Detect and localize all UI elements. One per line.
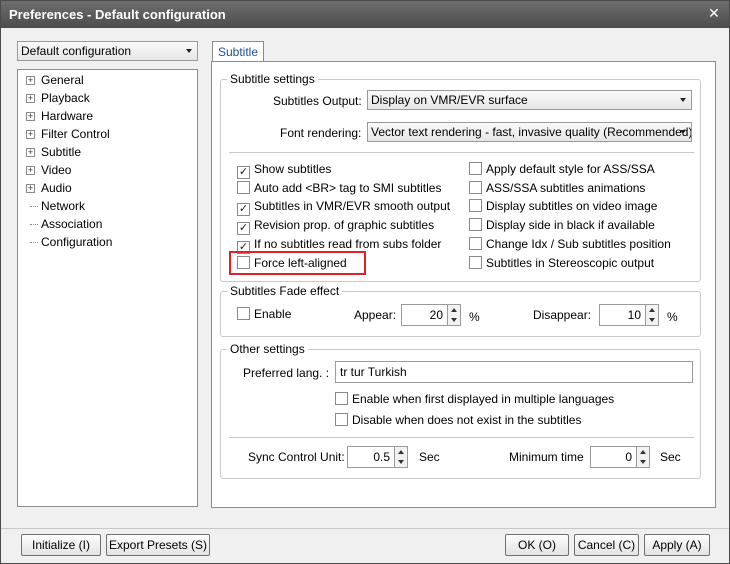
ass-animations-checkbox[interactable]: ASS/SSA subtitles animations — [469, 180, 645, 196]
expand-icon[interactable]: + — [26, 166, 35, 176]
sync-unit: Sec — [419, 450, 440, 464]
chevron-down-icon — [680, 98, 686, 102]
tree-item-association[interactable]: Association — [26, 215, 102, 233]
appear-label: Appear: — [354, 308, 397, 322]
chevron-down-icon[interactable] — [398, 460, 404, 464]
tree-item-configuration[interactable]: Configuration — [26, 233, 112, 251]
cancel-button[interactable]: Cancel (C) — [574, 534, 639, 556]
chevron-down-icon — [680, 130, 686, 134]
divider — [229, 437, 694, 438]
expand-icon[interactable]: + — [26, 76, 35, 86]
minimum-spin-buttons[interactable] — [636, 446, 650, 468]
subtitle-settings-legend: Subtitle settings — [227, 72, 318, 86]
preferred-lang-input[interactable]: tr tur Turkish — [335, 361, 693, 383]
preferred-lang-label: Preferred lang. : — [243, 366, 330, 380]
minimum-time-label: Minimum time — [509, 450, 584, 464]
tree-item-filter-control[interactable]: + Filter Control — [26, 125, 110, 143]
expand-icon[interactable]: + — [26, 112, 35, 122]
auto-br-checkbox[interactable]: Auto add <BR> tag to SMI subtitles — [237, 180, 441, 196]
expand-icon[interactable]: + — [26, 130, 35, 140]
tree-item-network[interactable]: Network — [26, 197, 85, 215]
tree-item-playback[interactable]: + Playback — [26, 89, 90, 107]
tree-item-video[interactable]: + Video — [26, 161, 71, 179]
disappear-spinner[interactable]: 10 — [599, 304, 660, 326]
ok-button[interactable]: OK (O) — [505, 534, 569, 556]
appear-input[interactable]: 20 — [401, 304, 448, 326]
subtitles-output-select[interactable]: Display on VMR/EVR surface — [367, 90, 692, 110]
expand-icon[interactable]: + — [26, 184, 35, 194]
sync-control-label: Sync Control Unit: — [248, 450, 345, 464]
subtitle-panel: Subtitle settings Subtitles Output: Disp… — [211, 61, 716, 508]
initialize-button[interactable]: Initialize (I) — [21, 534, 101, 556]
minimum-time-unit: Sec — [660, 450, 681, 464]
chevron-down-icon[interactable] — [649, 318, 655, 322]
vmr-smooth-checkbox[interactable]: ✓ Subtitles in VMR/EVR smooth output — [237, 198, 450, 216]
disappear-label: Disappear: — [533, 308, 592, 322]
export-presets-button[interactable]: Export Presets (S) — [106, 534, 210, 556]
appear-unit: % — [469, 310, 480, 324]
check-icon: ✓ — [237, 222, 250, 235]
default-style-ass-checkbox[interactable]: Apply default style for ASS/SSA — [469, 161, 655, 177]
profile-select-value: Default configuration — [21, 44, 132, 58]
appear-spin-buttons[interactable] — [447, 304, 461, 326]
chevron-up-icon[interactable] — [451, 308, 457, 312]
tree-item-hardware[interactable]: + Hardware — [26, 107, 93, 125]
window-title: Preferences - Default configuration — [9, 7, 226, 22]
stereoscopic-checkbox[interactable]: Subtitles in Stereoscopic output — [469, 255, 654, 271]
title-bar: Preferences - Default configuration ✕ — [1, 1, 729, 28]
other-settings-legend: Other settings — [227, 342, 308, 356]
side-in-black-checkbox[interactable]: Display side in black if available — [469, 217, 655, 233]
footer-divider — [1, 528, 729, 529]
divider — [229, 152, 694, 153]
disable-nonexistent-checkbox[interactable]: Disable when does not exist in the subti… — [335, 412, 581, 428]
check-icon: ✓ — [237, 166, 250, 179]
fade-effect-group: Subtitles Fade effect Enable Appear: 20 … — [220, 284, 701, 337]
disappear-spin-buttons[interactable] — [645, 304, 659, 326]
chevron-up-icon[interactable] — [398, 450, 404, 454]
appear-spinner[interactable]: 20 — [401, 304, 462, 326]
chevron-down-icon — [186, 49, 192, 53]
subtitles-output-value: Display on VMR/EVR surface — [371, 93, 528, 107]
force-left-aligned-highlight — [229, 251, 366, 275]
minimum-time-input[interactable]: 0 — [590, 446, 637, 468]
idx-sub-position-checkbox[interactable]: Change Idx / Sub subtitles position — [469, 236, 671, 252]
fade-enable-checkbox[interactable]: Enable — [237, 306, 291, 322]
settings-tree: + General + Playback + Hardware + Filter Con… — [17, 69, 198, 507]
font-rendering-label: Font rendering: — [280, 126, 362, 140]
display-on-video-checkbox[interactable]: Display subtitles on video image — [469, 198, 657, 214]
profile-select[interactable]: Default configuration — [17, 41, 198, 61]
chevron-down-icon[interactable] — [451, 318, 457, 322]
sync-control-spinner[interactable]: 0.5 — [347, 446, 409, 468]
expand-icon[interactable]: + — [26, 94, 35, 104]
fade-effect-legend: Subtitles Fade effect — [227, 284, 343, 298]
chevron-up-icon[interactable] — [640, 450, 646, 454]
apply-button[interactable]: Apply (A) — [644, 534, 710, 556]
tree-item-general[interactable]: + General — [26, 71, 84, 89]
expand-icon[interactable]: + — [26, 148, 35, 158]
show-subtitles-checkbox[interactable]: ✓ Show subtitles — [237, 161, 331, 179]
preferences-window: Preferences - Default configuration ✕ De… — [0, 0, 730, 564]
subtitles-output-label: Subtitles Output: — [273, 94, 362, 108]
font-rendering-select[interactable]: Vector text rendering - fast, invasive q… — [367, 122, 692, 142]
sync-control-input[interactable]: 0.5 — [347, 446, 395, 468]
disappear-unit: % — [667, 310, 678, 324]
disappear-input[interactable]: 10 — [599, 304, 646, 326]
revision-prop-checkbox[interactable]: ✓ Revision prop. of graphic subtitles — [237, 217, 434, 235]
check-icon: ✓ — [237, 203, 250, 216]
chevron-up-icon[interactable] — [649, 308, 655, 312]
sync-spin-buttons[interactable] — [394, 446, 408, 468]
other-settings-group: Other settings Preferred lang. : tr tur … — [220, 342, 701, 479]
tree-item-subtitle[interactable]: + Subtitle — [26, 143, 81, 161]
multi-lang-checkbox[interactable]: Enable when first displayed in multiple … — [335, 391, 614, 407]
minimum-time-spinner[interactable]: 0 — [590, 446, 651, 468]
tab-subtitle[interactable]: Subtitle — [212, 41, 264, 62]
chevron-down-icon[interactable] — [640, 460, 646, 464]
subs-folder-checkbox[interactable]: ✓ If no subtitles read from subs folder — [237, 236, 441, 254]
close-icon[interactable]: ✕ — [705, 4, 723, 22]
font-rendering-value: Vector text rendering - fast, invasive q… — [371, 125, 692, 139]
tree-item-audio[interactable]: + Audio — [26, 179, 72, 197]
